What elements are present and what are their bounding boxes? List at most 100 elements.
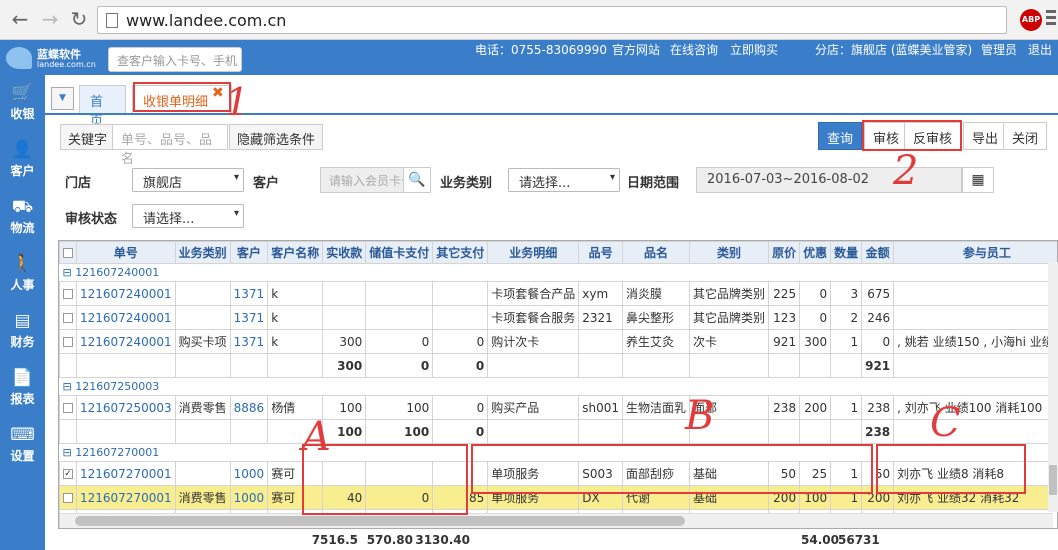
keyword-input[interactable]: 单号、品号、品名 (112, 124, 228, 167)
table-cell: xym (578, 281, 624, 306)
column-header[interactable]: 优惠 (799, 241, 832, 264)
audit-status-select[interactable]: 请选择... (132, 204, 244, 228)
table-cell[interactable]: 1000 (229, 461, 269, 486)
horizontal-scroll-thumb[interactable] (75, 516, 685, 526)
sidebar-item-6[interactable]: ⌨ 设置 (0, 419, 45, 475)
table-cell (893, 281, 1057, 306)
adblock-icon[interactable]: ABP (1020, 9, 1042, 31)
annotation-box-staff (876, 444, 1026, 494)
hide-filter-button[interactable]: 隐藏筛选条件 (229, 124, 324, 150)
tab-dropdown-button[interactable]: ▼ (51, 87, 74, 110)
table-cell: 卡项套餐合产品 (487, 281, 580, 306)
table-cell[interactable]: 1371 (229, 329, 269, 354)
audit-status-select-value: 请选择... (143, 212, 195, 227)
page-icon (106, 13, 118, 28)
back-arrow-icon[interactable]: ← (8, 8, 32, 32)
search-icon[interactable]: 🔍 (403, 167, 431, 193)
column-header[interactable]: 储值卡支付 (365, 241, 434, 264)
store-select[interactable]: 旗舰店 (132, 168, 244, 192)
group-row[interactable]: ⊟ 121607250003 (59, 377, 1057, 396)
table-cell[interactable]: 1000 (229, 485, 269, 510)
table-cell: 0 (799, 281, 832, 306)
table-row[interactable]: 121607240001 1371 k 卡项套餐合产品 xym 消炎膜 其它品牌类别 225 0… (59, 281, 1057, 306)
column-header[interactable]: 品号 (578, 241, 624, 264)
row-checkbox[interactable] (63, 469, 73, 479)
query-button[interactable]: 查询 (818, 122, 863, 150)
subtotal-row: 300 0 0 921 (59, 353, 1057, 378)
biztype-select-value: 请选择... (519, 176, 571, 191)
row-checkbox[interactable] (63, 313, 73, 323)
branch-text: 分店：旗舰店 (蓝蝶美业管家) (815, 43, 973, 57)
tab-home[interactable]: 首页 (79, 85, 126, 129)
close-button[interactable]: 关闭 (1003, 122, 1048, 150)
column-header[interactable]: 数量 (830, 241, 863, 264)
online-consult-link[interactable]: 在线咨询 (670, 41, 718, 58)
official-site-link[interactable]: 官方网站 (612, 41, 660, 58)
column-header[interactable]: 品名 (622, 241, 691, 264)
column-header[interactable]: 参与员工 (893, 241, 1057, 264)
table-cell[interactable]: 121607240001 (76, 329, 176, 354)
column-header[interactable]: 客户 (229, 241, 269, 264)
total-amount: 56731 (838, 533, 880, 547)
row-checkbox[interactable] (63, 337, 73, 347)
group-toggle-icon[interactable]: ⊟ (63, 266, 72, 279)
sidebar-item-0[interactable]: 🛒 收银 (0, 77, 45, 133)
column-header[interactable]: 实收款 (322, 241, 367, 264)
table-cell: , 刘亦飞 业绩100 消耗100 (893, 395, 1057, 420)
table-cell[interactable]: 1371 (229, 305, 269, 330)
table-cell[interactable]: 1371 (229, 281, 269, 306)
group-toggle-icon[interactable]: ⊟ (63, 380, 72, 393)
daterange-input[interactable]: 2016-07-03~2016-08-02 (696, 167, 962, 193)
table-cell[interactable]: 121607250003 (76, 395, 176, 420)
biztype-select[interactable]: 请选择... (508, 168, 620, 192)
sidebar-item-4[interactable]: ▤ 财务 (0, 305, 45, 361)
table-cell[interactable]: 8886 (229, 395, 269, 420)
sidebar-item-label: 物流 (10, 221, 35, 235)
logout-link[interactable]: 退出 (1028, 41, 1052, 58)
address-bar[interactable]: www.landee.com.cn (97, 6, 1007, 34)
row-checkbox[interactable] (63, 289, 73, 299)
column-header[interactable]: 金额 (861, 241, 895, 264)
column-header[interactable]: 原价 (768, 241, 801, 264)
forward-arrow-icon[interactable]: → (38, 8, 62, 32)
sidebar-item-5[interactable]: 📄 报表 (0, 362, 45, 418)
column-header[interactable]: 单号 (76, 241, 176, 264)
grid-header-row: 单号 业务类别 客户 客户名称 实收款 储值卡支付 其它支付 业务明细 品号 品名 类别 原价 优惠 数量… (59, 241, 1057, 264)
table-row[interactable]: 121607250003 消费零售 8886 杨倩 100 100 0 购买产品 sh001 生物… (59, 395, 1057, 420)
sidebar-item-label: 财务 (10, 335, 35, 349)
column-header[interactable]: 业务类别 (174, 241, 231, 264)
sidebar-item-2[interactable]: ⛟ 物流 (0, 191, 45, 247)
vertical-scroll-thumb[interactable] (1049, 465, 1057, 495)
table-cell: 其它品牌类别 (689, 281, 770, 306)
sidebar-item-3[interactable]: 🚶 人事 (0, 248, 45, 304)
calendar-icon[interactable]: ▦ (962, 167, 994, 193)
column-header[interactable]: 业务明细 (487, 241, 580, 264)
reload-icon[interactable]: ↻ (67, 8, 91, 32)
sidebar-item-1[interactable]: 👤 客户 (0, 134, 45, 190)
column-header[interactable]: 客户名称 (267, 241, 324, 264)
group-toggle-icon[interactable]: ⊟ (63, 446, 72, 459)
group-row[interactable]: ⊟ 121607240001 (59, 263, 1057, 282)
table-cell[interactable]: 121607240001 (76, 281, 176, 306)
table-cell[interactable]: 121607270001 (76, 461, 176, 486)
group-id: 121607240001 (75, 266, 160, 279)
table-cell[interactable]: 121607240001 (76, 305, 176, 330)
admin-link[interactable]: 管理员 (981, 41, 1017, 58)
column-header[interactable]: 类别 (689, 241, 770, 264)
table-cell: 2321 (578, 305, 624, 330)
table-row[interactable]: 121607240001 购买卡项 1371 k 300 0 0 购计次卡 养生艾灸 次卡 921 3… (59, 329, 1057, 354)
export-button[interactable]: 导出 (963, 122, 1008, 150)
browser-menu-icon[interactable] (1046, 10, 1056, 28)
row-checkbox[interactable] (63, 403, 73, 413)
annotation-label-c: C (930, 400, 961, 446)
column-header[interactable]: 其它支付 (432, 241, 489, 264)
customer-search-input[interactable]: 查客户输入卡号、手机 (108, 47, 242, 72)
detail-grid: 单号 业务类别 客户 客户名称 实收款 储值卡支付 其它支付 业务明细 品号 品名 类别 原价 优惠 数量… (58, 240, 1058, 550)
row-checkbox[interactable] (63, 493, 73, 503)
table-row[interactable]: 121607240001 1371 k 卡项套餐合服务 2321 鼻尖整形 其它品牌类别 12… (59, 305, 1057, 330)
buy-now-link[interactable]: 立即购买 (730, 41, 778, 58)
ledger-icon: ▤ (14, 311, 31, 331)
table-cell[interactable]: 121607270001 (76, 485, 176, 510)
select-all-checkbox[interactable] (63, 248, 73, 258)
customer-input[interactable]: 请输入会员卡号 (320, 167, 404, 193)
